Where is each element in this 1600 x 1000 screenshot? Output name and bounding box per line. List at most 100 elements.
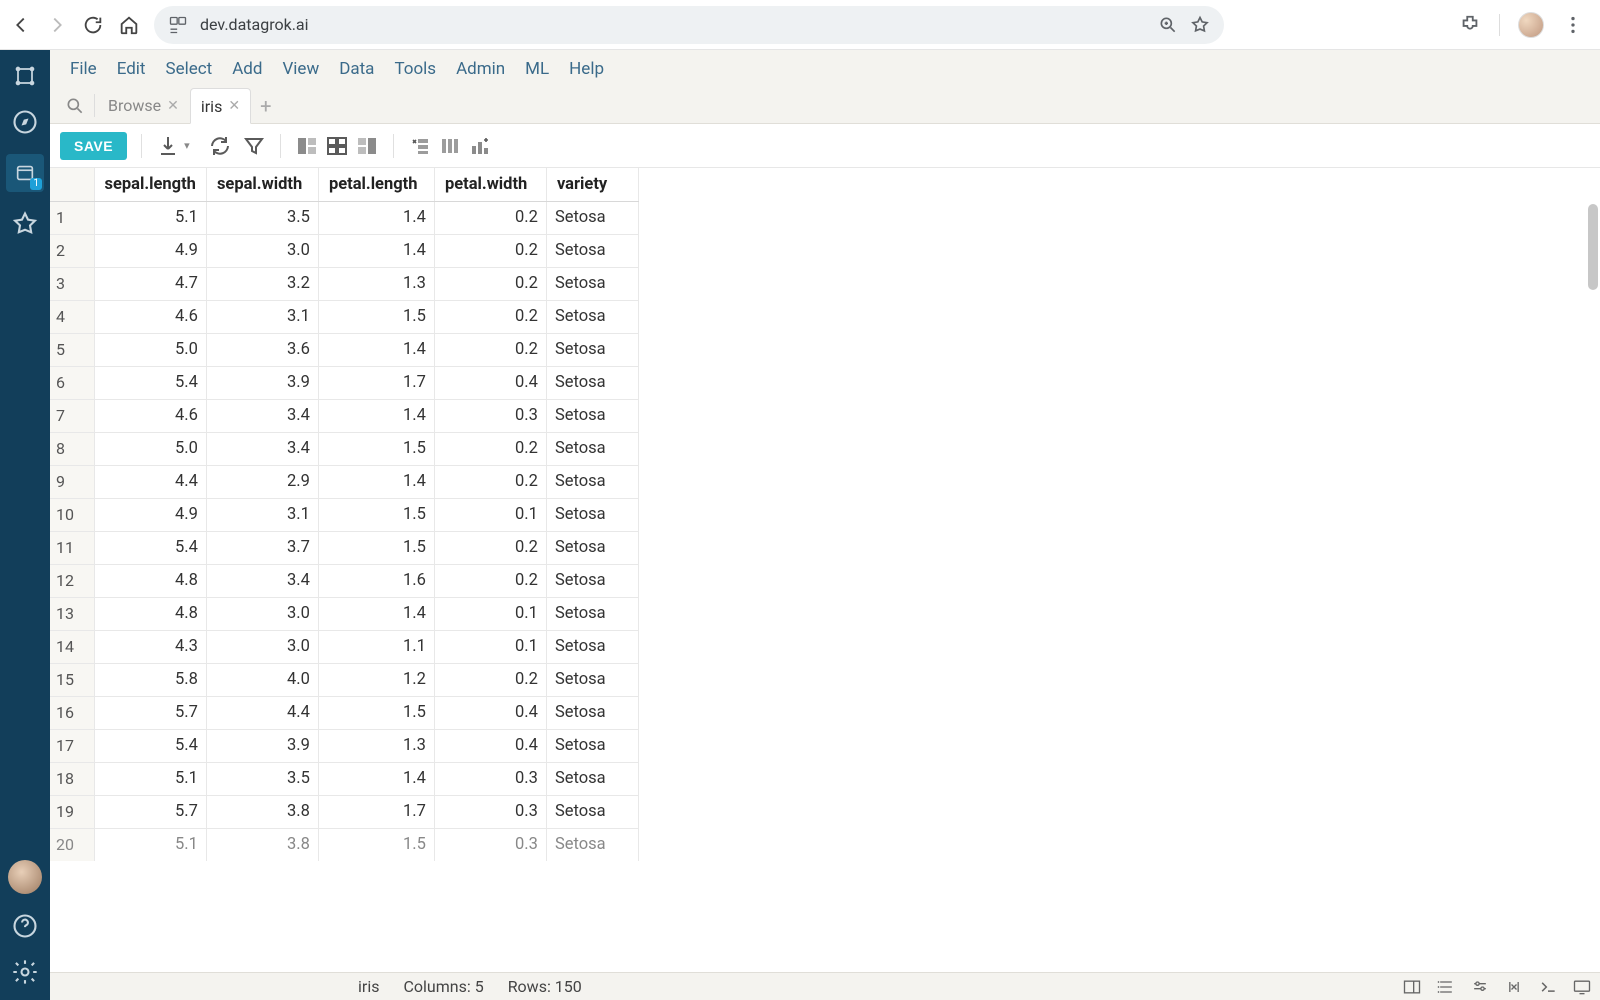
cell[interactable]: 3.5	[206, 762, 318, 795]
cell[interactable]: 1.6	[318, 564, 434, 597]
cell[interactable]: 5.0	[94, 333, 206, 366]
cell[interactable]: 3.0	[206, 234, 318, 267]
compass-icon[interactable]	[11, 108, 39, 136]
cell[interactable]: 3.2	[206, 267, 318, 300]
sliders-icon[interactable]	[1470, 977, 1490, 997]
row-number[interactable]: 12	[50, 564, 94, 597]
cell[interactable]: 4.6	[94, 300, 206, 333]
cell[interactable]: 1.2	[318, 663, 434, 696]
profile-avatar[interactable]	[1518, 12, 1544, 38]
cell[interactable]: Setosa	[546, 696, 638, 729]
refresh-icon[interactable]	[208, 134, 232, 158]
cell[interactable]: 1.5	[318, 300, 434, 333]
row-number[interactable]: 15	[50, 663, 94, 696]
row-number[interactable]: 5	[50, 333, 94, 366]
table-row[interactable]: 205.13.81.50.3Setosa	[50, 828, 638, 861]
columns-icon[interactable]	[438, 134, 462, 158]
row-number[interactable]: 6	[50, 366, 94, 399]
projects-icon[interactable]: 1	[6, 154, 44, 192]
zoom-icon[interactable]	[1158, 15, 1178, 35]
tab-browse[interactable]: Browse ✕	[97, 88, 190, 123]
cell[interactable]: 1.4	[318, 597, 434, 630]
cell[interactable]: 2.9	[206, 465, 318, 498]
cell[interactable]: 5.7	[94, 795, 206, 828]
cell[interactable]: 4.4	[206, 696, 318, 729]
row-number[interactable]: 16	[50, 696, 94, 729]
cell[interactable]: Setosa	[546, 630, 638, 663]
cell[interactable]: 5.4	[94, 531, 206, 564]
table-row[interactable]: 24.93.01.40.2Setosa	[50, 234, 638, 267]
cell[interactable]: Setosa	[546, 267, 638, 300]
cell[interactable]: 1.5	[318, 432, 434, 465]
remove-column-icon[interactable]	[408, 134, 432, 158]
cell[interactable]: 0.1	[434, 597, 546, 630]
cell[interactable]: 3.0	[206, 630, 318, 663]
menu-ml[interactable]: ML	[515, 53, 559, 85]
tab-iris[interactable]: iris ✕	[190, 88, 251, 124]
row-number[interactable]: 17	[50, 729, 94, 762]
menu-view[interactable]: View	[272, 53, 329, 85]
list-icon[interactable]	[1436, 977, 1456, 997]
cell[interactable]: 3.0	[206, 597, 318, 630]
cell[interactable]: Setosa	[546, 531, 638, 564]
cell[interactable]: 0.1	[434, 498, 546, 531]
table-row[interactable]: 85.03.41.50.2Setosa	[50, 432, 638, 465]
cell[interactable]: 0.2	[434, 300, 546, 333]
column-header[interactable]: petal.width	[434, 168, 546, 201]
cell[interactable]: 4.0	[206, 663, 318, 696]
cell[interactable]: 3.4	[206, 564, 318, 597]
cell[interactable]: 0.2	[434, 663, 546, 696]
cell[interactable]: Setosa	[546, 234, 638, 267]
row-number[interactable]: 10	[50, 498, 94, 531]
extensions-icon[interactable]	[1459, 14, 1481, 36]
data-grid[interactable]: sepal.length sepal.width petal.length pe…	[50, 168, 1600, 972]
cell[interactable]: 0.3	[434, 399, 546, 432]
cell[interactable]: 3.9	[206, 366, 318, 399]
cell[interactable]: 0.2	[434, 201, 546, 234]
cell[interactable]: 5.1	[94, 762, 206, 795]
table-row[interactable]: 34.73.21.30.2Setosa	[50, 267, 638, 300]
download-caret[interactable]: ▾	[184, 139, 190, 152]
cell[interactable]: 0.3	[434, 828, 546, 861]
cell[interactable]: 1.5	[318, 828, 434, 861]
cell[interactable]: 1.4	[318, 762, 434, 795]
cell[interactable]: 4.7	[94, 267, 206, 300]
row-number[interactable]: 3	[50, 267, 94, 300]
row-number[interactable]: 20	[50, 828, 94, 861]
table-row[interactable]: 65.43.91.70.4Setosa	[50, 366, 638, 399]
cell[interactable]: 1.4	[318, 333, 434, 366]
cell[interactable]: Setosa	[546, 729, 638, 762]
row-number[interactable]: 18	[50, 762, 94, 795]
cell[interactable]: 1.1	[318, 630, 434, 663]
row-number[interactable]: 14	[50, 630, 94, 663]
vertical-scrollbar[interactable]	[1588, 204, 1598, 290]
row-number[interactable]: 11	[50, 531, 94, 564]
save-button[interactable]: SAVE	[60, 132, 127, 160]
cell[interactable]: Setosa	[546, 465, 638, 498]
cell[interactable]: Setosa	[546, 762, 638, 795]
row-number[interactable]: 19	[50, 795, 94, 828]
column-header[interactable]: petal.length	[318, 168, 434, 201]
cell[interactable]: 0.4	[434, 696, 546, 729]
cell[interactable]: Setosa	[546, 498, 638, 531]
cell[interactable]: Setosa	[546, 300, 638, 333]
table-row[interactable]: 155.84.01.20.2Setosa	[50, 663, 638, 696]
settings-gear-icon[interactable]	[11, 958, 39, 986]
menu-tools[interactable]: Tools	[384, 53, 446, 85]
table-row[interactable]: 44.63.11.50.2Setosa	[50, 300, 638, 333]
column-header[interactable]: sepal.length	[94, 168, 206, 201]
table-row[interactable]: 104.93.11.50.1Setosa	[50, 498, 638, 531]
browser-back-button[interactable]	[10, 14, 32, 36]
console-icon[interactable]	[1538, 977, 1558, 997]
cell[interactable]: 1.7	[318, 795, 434, 828]
help-icon[interactable]	[11, 912, 39, 940]
cell[interactable]: 3.1	[206, 300, 318, 333]
table-row[interactable]: 15.13.51.40.2Setosa	[50, 201, 638, 234]
table-row[interactable]: 175.43.91.30.4Setosa	[50, 729, 638, 762]
cell[interactable]: 3.8	[206, 828, 318, 861]
cell[interactable]: 0.2	[434, 234, 546, 267]
menu-admin[interactable]: Admin	[446, 53, 515, 85]
cell[interactable]: 0.2	[434, 333, 546, 366]
cell[interactable]: 3.8	[206, 795, 318, 828]
menu-add[interactable]: Add	[222, 53, 272, 85]
